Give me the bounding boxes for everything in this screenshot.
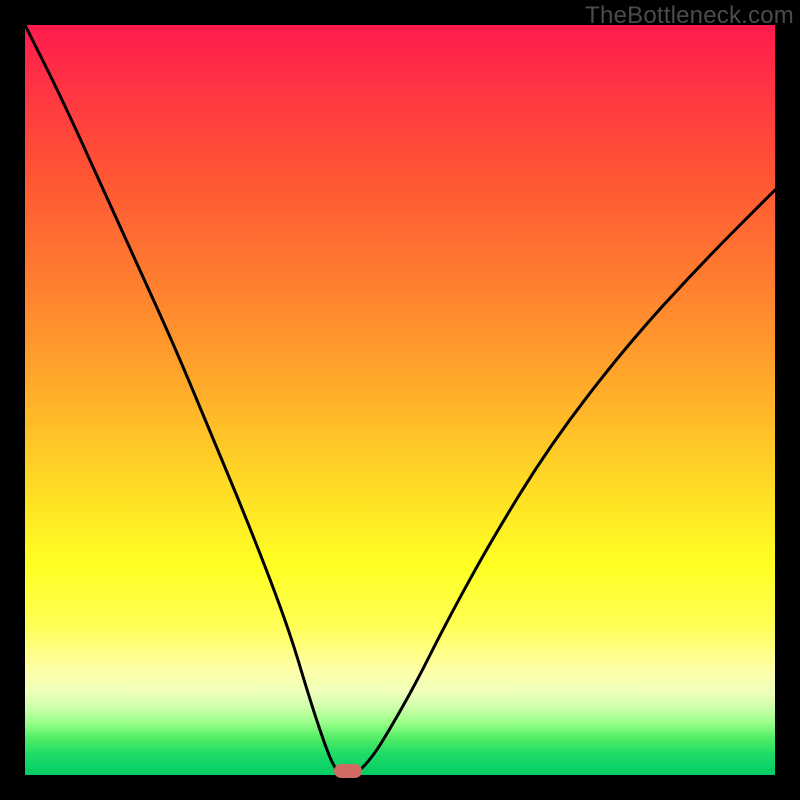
minimum-marker [334,764,362,778]
watermark-text: TheBottleneck.com [585,2,794,30]
chart-frame [25,25,775,775]
bottleneck-curve [25,25,775,775]
curve-path [25,25,775,775]
